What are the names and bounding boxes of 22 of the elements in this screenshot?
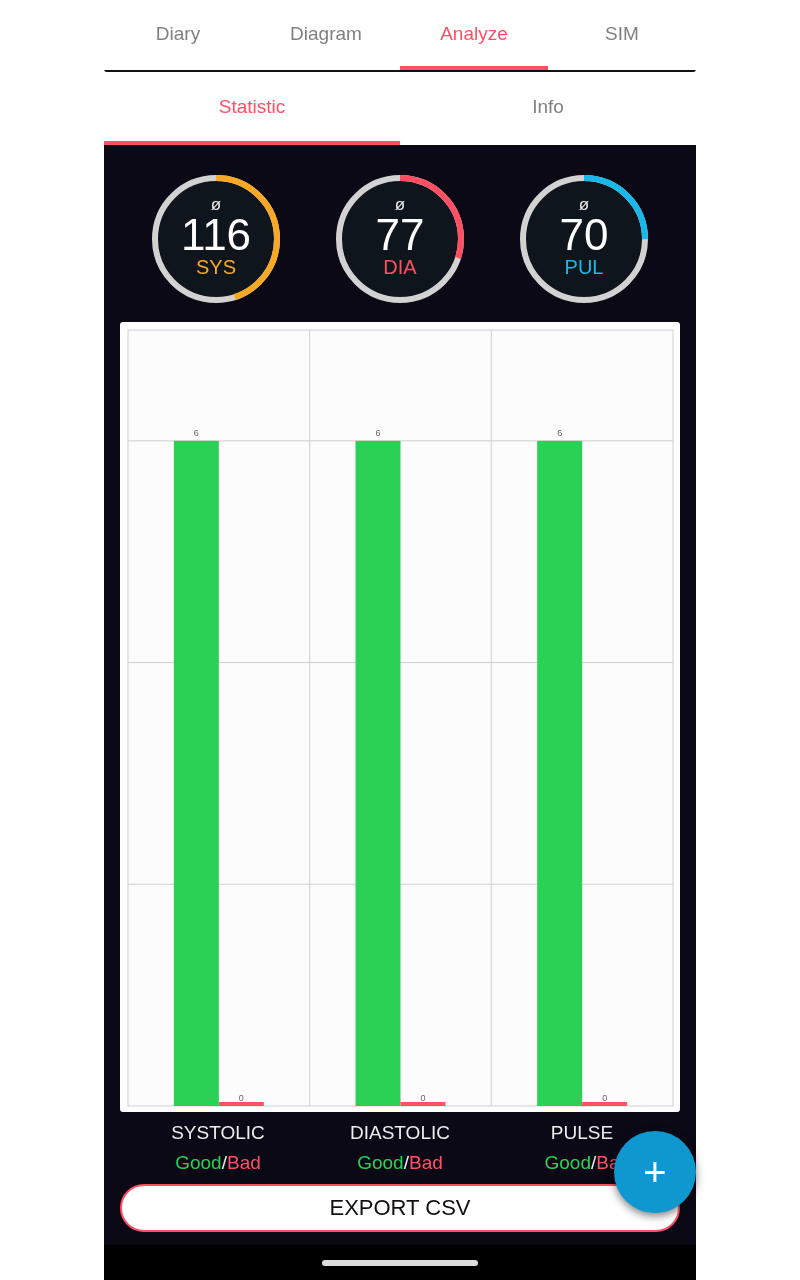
gauge-label: SYS (196, 256, 236, 278)
bar-value-label: 0 (420, 1093, 426, 1103)
good-bad-label: Good/Bad (357, 1151, 443, 1175)
average-value: 77 (375, 214, 425, 256)
average-value: 70 (559, 214, 609, 256)
bar-value-label: 6 (193, 427, 199, 438)
average-symbol: ø (394, 196, 406, 214)
export-csv-button[interactable]: EXPORT CSV (120, 1184, 680, 1232)
bar-value-label: 0 (238, 1093, 244, 1103)
bar-value-label: 0 (602, 1093, 608, 1103)
bar-value-label: 6 (557, 427, 563, 438)
home-indicator[interactable] (322, 1259, 478, 1266)
category-label: PULSE (550, 1121, 614, 1145)
category-label: SYSTOLIC (171, 1121, 265, 1145)
average-symbol: ø (210, 196, 222, 214)
good-bad-label: Good/Bad (175, 1151, 261, 1175)
category-label: DIASTOLIC (350, 1121, 450, 1145)
average-value: 116 (180, 214, 252, 256)
gauge-label: PUL (564, 256, 604, 278)
bar-value-label: 6 (375, 427, 381, 438)
average-symbol: ø (578, 196, 590, 214)
gauge-label: DIA (383, 256, 417, 278)
